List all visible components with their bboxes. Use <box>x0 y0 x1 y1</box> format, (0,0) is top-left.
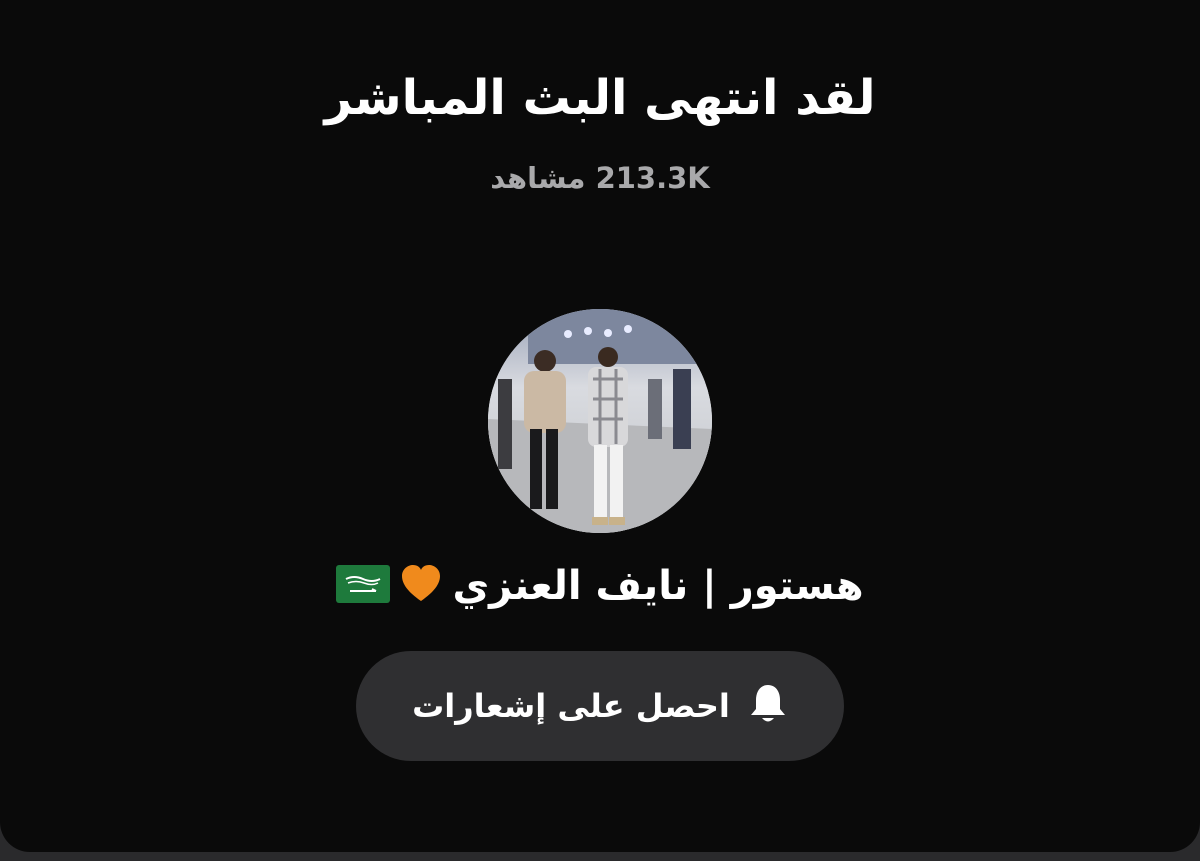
host-avatar[interactable] <box>488 309 712 533</box>
live-ended-panel: لقد انتهى البث المباشر 213.3K مشاهد هستو… <box>0 0 1200 852</box>
avatar-photo <box>488 309 712 533</box>
host-name-row: هستور | نايف العنزي <box>0 558 1200 614</box>
viewer-count-value: 213.3K <box>595 161 710 195</box>
live-ended-title: لقد انتهى البث المباشر <box>324 70 876 126</box>
saudi-flag-icon <box>336 565 391 607</box>
bell-icon <box>748 682 788 730</box>
viewer-count-label: مشاهد <box>490 161 586 195</box>
host-name: هستور | نايف العنزي <box>452 563 864 609</box>
viewer-count: 213.3K مشاهد <box>0 158 1200 198</box>
orange-heart-icon <box>400 564 442 608</box>
get-notifications-button[interactable]: احصل على إشعارات <box>356 651 844 761</box>
get-notifications-label: احصل على إشعارات <box>412 687 730 725</box>
